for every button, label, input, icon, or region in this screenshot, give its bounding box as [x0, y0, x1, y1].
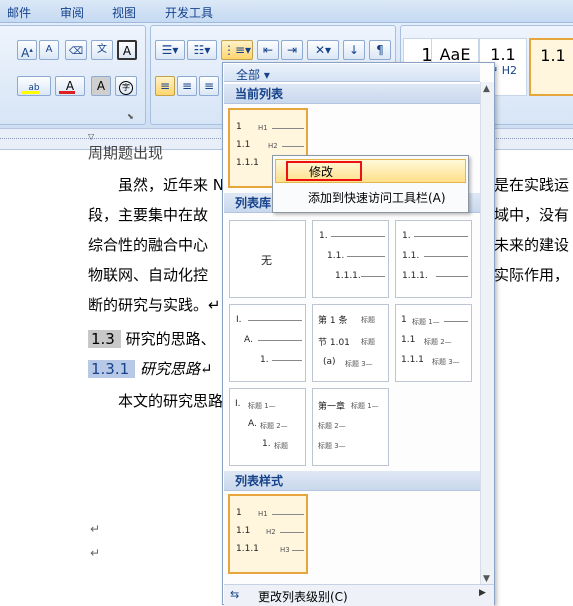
library-tile-3[interactable]: I. A. 1.: [229, 304, 306, 382]
ctx-modify[interactable]: 修改: [275, 159, 466, 183]
shrink-font-button[interactable]: A: [39, 40, 59, 60]
gallery-scrollbar[interactable]: ▲ ▼: [480, 82, 494, 587]
doc-line-3b: 未来的建设: [494, 236, 570, 254]
clear-format-button[interactable]: ⌫: [65, 40, 87, 60]
list-level-icon: ⇆: [230, 588, 240, 601]
section-current-list: 当前列表: [224, 84, 480, 104]
clear-format-icon: ⌫: [68, 46, 84, 57]
numbering-button[interactable]: ☷▾: [187, 40, 217, 60]
font-group: A▴ A ⌫ 文 A ab A A 字 ⬊: [0, 25, 146, 125]
align-center-button[interactable]: ≡: [177, 76, 197, 96]
change-list-level-item[interactable]: ⇆ 更改列表级别(C) ▶: [224, 584, 494, 606]
library-tile-7[interactable]: 第一章 标题 1— 标题 2— 标题 3—: [312, 388, 389, 466]
char-border-button[interactable]: A: [117, 40, 137, 60]
section-list-styles: 列表样式: [224, 471, 480, 491]
list-style-tile[interactable]: 1 H1 1.1 H2 1.1.1 H3: [228, 494, 308, 574]
doc-line-4b: 实际作用，: [494, 266, 570, 284]
doc-line-1a: 虽然，近年来 N: [118, 176, 224, 194]
doc-line-2a: 段，主要集中在故: [88, 206, 209, 224]
submenu-arrow-icon: ▶: [479, 588, 486, 598]
sort-button[interactable]: ↓: [343, 40, 365, 60]
heading-1-3: 1.3 研究的思路、: [88, 328, 216, 349]
heading-1-3-number: 1.3: [88, 330, 121, 348]
doc-line-2b: 域中，没有: [494, 206, 570, 224]
chinese-layout-icon: ✕▾: [314, 43, 332, 57]
library-tile-6[interactable]: I. 标题 1— A. 标题 2— 1. 标题: [229, 388, 306, 466]
heading-1-3-text: 研究的思路、: [125, 330, 216, 348]
enclose-char-button[interactable]: 字: [115, 76, 137, 96]
sort-icon: ↓: [348, 43, 360, 57]
increase-indent-button[interactable]: ⇥: [281, 40, 303, 60]
tab-developer[interactable]: 开发工具: [165, 4, 213, 21]
font-color-swatch: [59, 91, 75, 94]
heading-1-3-1: 1.3.1 研究思路↵: [88, 358, 213, 379]
numbering-icon: ☷▾: [193, 43, 211, 57]
indent-marker-icon[interactable]: ▽: [88, 132, 94, 141]
decrease-indent-icon: ⇤: [262, 43, 274, 57]
align-left-button[interactable]: ≡: [155, 76, 175, 96]
tab-view[interactable]: 视图: [112, 4, 136, 21]
tab-mailings[interactable]: 邮件: [7, 4, 31, 21]
context-menu: 修改 添加到快速访问工具栏(A): [272, 155, 469, 213]
doc-line-top: 周期题出现: [88, 144, 164, 162]
library-tile-2[interactable]: 1. 1.1. 1.1.1.: [395, 220, 472, 298]
change-list-level-label: 更改列表级别(C): [258, 590, 348, 604]
heading-1-3-1-number: 1.3.1: [88, 360, 136, 378]
align-right-button[interactable]: ≡: [199, 76, 219, 96]
doc-line-5: 断的研究与实践。↵: [88, 296, 221, 314]
gallery-filter-all[interactable]: 全部 ▾: [236, 66, 270, 83]
library-tile-none[interactable]: 无: [229, 220, 306, 298]
ctx-add-to-quick-access[interactable]: 添加到快速访问工具栏(A): [275, 186, 466, 210]
library-tile-1[interactable]: 1. 1.1. 1.1.1.: [312, 220, 389, 298]
heading-1-3-1-text: 研究思路↵: [139, 360, 213, 378]
bullets-button[interactable]: ☰▾: [155, 40, 185, 60]
align-right-icon: ≡: [203, 79, 215, 93]
highlight-color-button[interactable]: ab: [17, 76, 51, 96]
increase-indent-icon: ⇥: [286, 43, 298, 57]
tab-review[interactable]: 审阅: [60, 4, 84, 21]
paragraph-mark-2: ↵: [90, 546, 101, 560]
grow-font-button[interactable]: A▴: [17, 40, 37, 60]
library-tile-4[interactable]: 第 1 条 标题 节 1.01 标题 (a) 标题 3—: [312, 304, 389, 382]
align-center-icon: ≡: [181, 79, 193, 93]
highlight-color-swatch: [21, 91, 39, 94]
scroll-up-icon[interactable]: ▲: [483, 84, 490, 94]
multilevel-list-gallery: 全部 ▾ 当前列表 1 H1 1.1 H2 1.1.1 列表库 无 1. 1.1…: [222, 62, 495, 606]
doc-line-3a: 综合性的融合中心: [88, 236, 209, 254]
multilevel-list-button[interactable]: ⋮≡▾: [221, 40, 253, 60]
highlight-box: [286, 161, 362, 181]
show-marks-button[interactable]: ¶: [369, 40, 391, 60]
doc-line-6: 本文的研究思路: [118, 392, 224, 410]
doc-line-1b: 是在实践运: [494, 176, 570, 194]
align-left-icon: ≡: [159, 79, 171, 93]
chinese-layout-button[interactable]: ✕▾: [307, 40, 339, 60]
paragraph-mark-1: ↵: [90, 522, 101, 536]
decrease-indent-button[interactable]: ⇤: [257, 40, 279, 60]
multilevel-list-icon: ⋮≡▾: [222, 43, 252, 57]
ribbon-tab-bar: 邮件 审阅 视图 开发工具: [0, 0, 573, 23]
bullets-icon: ☰▾: [161, 43, 179, 57]
paragraph-mark-icon: ¶: [376, 43, 384, 57]
char-shading-button[interactable]: A: [91, 76, 111, 96]
font-dialog-launcher[interactable]: ⬊: [127, 112, 134, 121]
font-color-button[interactable]: A: [55, 76, 85, 96]
phonetic-guide-button[interactable]: 文: [91, 40, 113, 60]
doc-line-4a: 物联网、自动化控: [88, 266, 209, 284]
library-tile-5[interactable]: 1 标题 1— 1.1 标题 2— 1.1.1 标题 3—: [395, 304, 472, 382]
scroll-down-icon[interactable]: ▼: [483, 574, 490, 584]
style-sample-4[interactable]: 1.1: [529, 38, 573, 96]
